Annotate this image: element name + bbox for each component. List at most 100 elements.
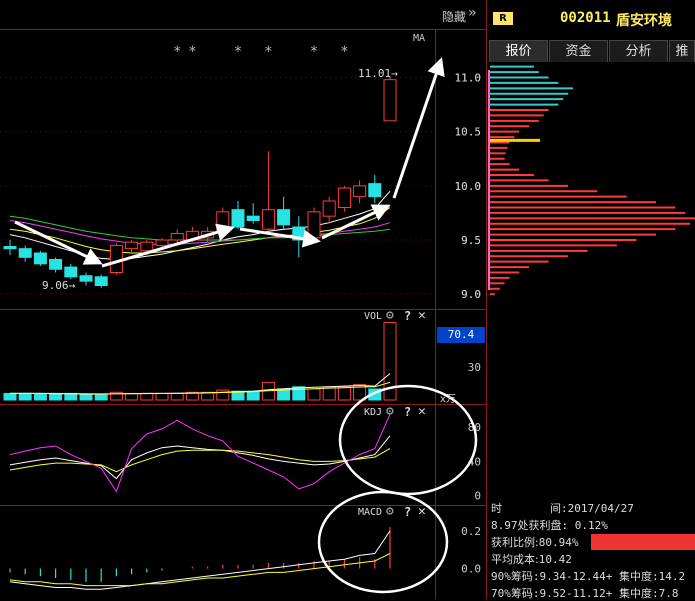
info-chip90: 90%筹码:9.34-12.44+ 集中度:14.2: [491, 568, 685, 584]
volume-bar: [4, 393, 16, 400]
candle-body: [354, 186, 366, 197]
candle-body: [262, 210, 274, 230]
vol-unit-label: x万: [440, 390, 456, 405]
stock-name: 盾安环境: [616, 10, 672, 30]
candle-body: [247, 216, 259, 220]
chip-tick-label: 10.0: [455, 180, 482, 193]
volume-bar: [217, 390, 229, 400]
macd-settings-icon[interactable]: ⚙: [386, 504, 394, 519]
macd-close-icon[interactable]: ✕: [418, 504, 426, 519]
kdj-line: [10, 436, 390, 479]
candle-body: [4, 247, 16, 249]
candle-body: [19, 249, 31, 258]
arrow-up-3: [394, 60, 441, 198]
candle-body: [65, 267, 77, 277]
volume-bar: [247, 391, 259, 400]
info-profit-line: 8.97处获利盘: 0.12%: [491, 517, 608, 533]
tab-capital[interactable]: 资金: [549, 40, 608, 62]
candle-body: [50, 260, 62, 270]
annotation-arrows: [15, 60, 441, 266]
volume-bar: [126, 393, 138, 400]
volume-bar: [19, 393, 31, 400]
stock-code: 002011: [560, 10, 611, 26]
chip-tick-label: 9.5: [461, 234, 481, 247]
annotation-circles: [319, 386, 476, 592]
kdj-label: KDJ: [364, 407, 382, 418]
tab-push[interactable]: 推: [669, 40, 695, 62]
macd-help-icon[interactable]: ?: [404, 505, 411, 519]
volume-bar: [65, 393, 77, 400]
collapse-icon[interactable]: »: [468, 5, 476, 21]
low-arrow-icon: →: [69, 279, 76, 292]
candle-body: [369, 184, 381, 197]
candle-body: [141, 242, 153, 251]
chip-tick-label: 11.0: [455, 72, 482, 85]
candle-body: [171, 234, 183, 241]
macd-tick-label: 0.2: [461, 525, 481, 538]
info-avg-cost: 平均成本:10.42: [491, 551, 572, 567]
volume-bar: [50, 395, 62, 401]
volume-bar: [34, 395, 46, 401]
ma-label: MA: [413, 33, 425, 44]
info-profit-ratio: 获利比例:80.94%: [491, 534, 578, 550]
low-price-label: 9.06→: [42, 279, 75, 292]
macd-label: MACD: [358, 507, 382, 518]
volume-bar: [141, 393, 153, 400]
vol-current-value: 70.4: [437, 327, 485, 343]
kdj-tick-label: 0: [474, 490, 481, 503]
star-marker: *: [311, 44, 318, 60]
volume-bar: [80, 395, 92, 401]
volume-tick-label: 30: [468, 361, 481, 374]
panel-frames: [0, 0, 487, 599]
kdj-line: [10, 414, 390, 491]
candle-body: [308, 212, 320, 238]
star-marker: *: [235, 44, 242, 60]
chip-tick-label: 10.5: [455, 126, 482, 139]
chip-tick-label: 9.0: [461, 288, 481, 301]
volume-bar: [156, 393, 168, 400]
candle-body: [323, 201, 335, 216]
profit-ratio-bar: [591, 534, 695, 550]
vol-help-icon[interactable]: ?: [404, 309, 411, 323]
price-candles: [4, 76, 396, 287]
candle-body: [80, 276, 92, 281]
kdj-settings-icon[interactable]: ⚙: [386, 404, 394, 419]
vol-settings-icon[interactable]: ⚙: [386, 308, 394, 323]
chip-distribution: 11.0 10.5 10.0 9.5 9.0: [455, 56, 695, 301]
star-marker: *: [189, 44, 196, 60]
candle-body: [278, 210, 290, 225]
macd-line: [10, 531, 390, 589]
candle-body: [126, 242, 138, 249]
tab-analysis[interactable]: 分析: [609, 40, 668, 62]
macd-line: [10, 554, 390, 586]
hide-button[interactable]: 隐藏: [442, 8, 466, 25]
star-marker: *: [341, 44, 348, 60]
volume-bar: [338, 387, 350, 400]
volume-bar: [171, 393, 183, 400]
tab-quote[interactable]: 报价: [489, 40, 548, 62]
vol-label: VOL: [364, 311, 382, 322]
candle-body: [232, 210, 244, 227]
price-star-markers: * * * * * *: [174, 44, 348, 60]
vol-close-icon[interactable]: ✕: [418, 308, 426, 323]
high-arrow-icon: →: [391, 67, 398, 80]
stock-badge: R: [493, 12, 513, 25]
volume-bar: [95, 395, 107, 401]
candle-body: [95, 277, 107, 286]
candle-body: [34, 253, 46, 264]
candle-body: [156, 240, 168, 245]
candle-body: [110, 245, 122, 272]
kdj-close-icon[interactable]: ✕: [418, 404, 426, 419]
candle-body: [338, 188, 350, 208]
candle-body: [384, 80, 396, 121]
star-marker: *: [265, 44, 272, 60]
volume-panel: 30: [4, 323, 481, 400]
volume-bar: [308, 389, 320, 400]
info-time-row: 时间:2017/04/27: [491, 500, 634, 516]
high-price-label: 11.01→: [358, 67, 398, 80]
star-marker: *: [174, 44, 181, 60]
kdj-panel: 80400: [10, 414, 481, 502]
macd-panel: 0.2 0.0: [10, 525, 481, 589]
macd-tick-label: 0.0: [461, 563, 481, 576]
kdj-help-icon[interactable]: ?: [404, 405, 411, 419]
